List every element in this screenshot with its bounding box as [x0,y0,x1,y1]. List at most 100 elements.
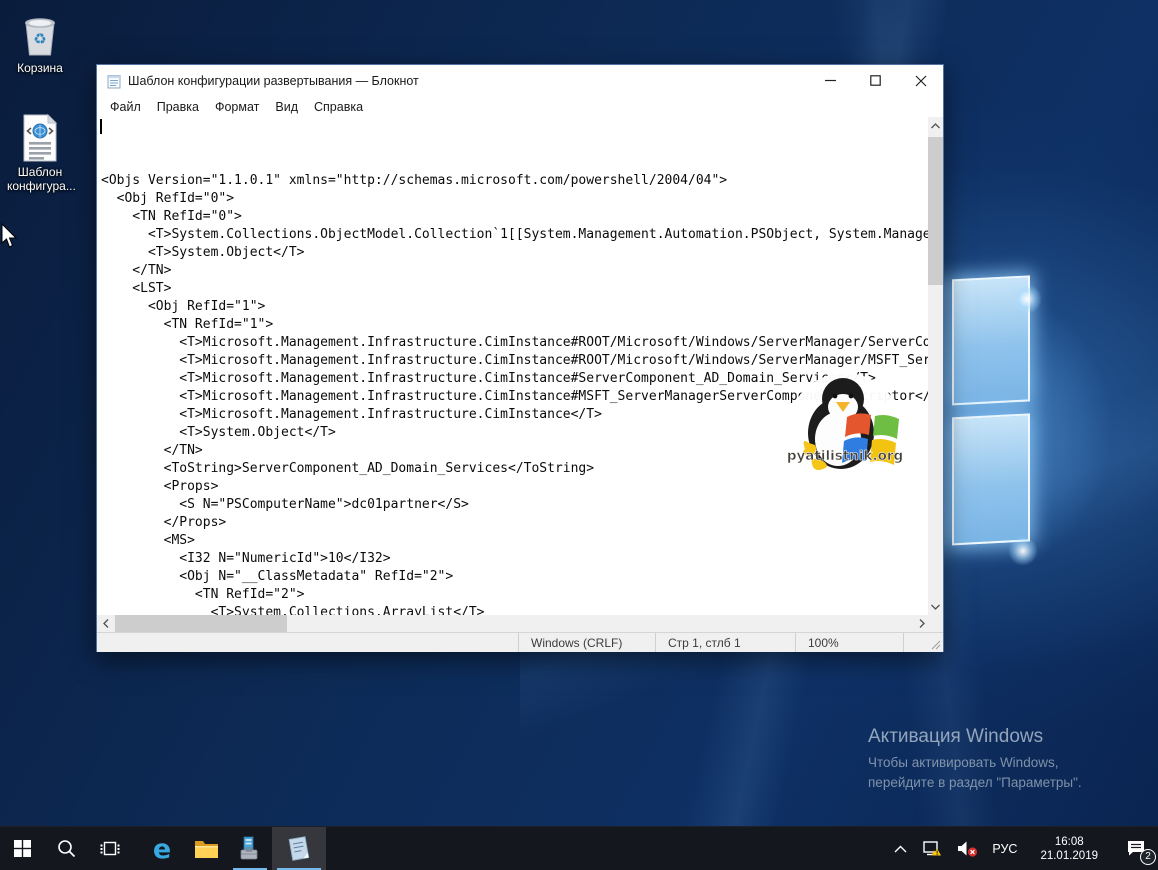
text-caret [100,119,102,134]
resize-grip[interactable] [904,633,943,652]
search-button[interactable] [44,827,88,870]
status-cursor-position: Стр 1, стлб 1 [656,633,796,652]
code-line: <I32 N="NumericId">10</I32> [101,551,391,566]
close-icon [915,75,926,86]
code-line: <TN RefId="0"> [101,209,242,224]
desktop-icon-xml-template-file[interactable]: Шаблон конфигура... [7,114,76,193]
penguin-windows-logo: pyatilistnik.org [787,373,903,481]
tray-volume-muted[interactable] [950,827,985,870]
taskbar-edge-button[interactable]: e [140,827,184,870]
chevron-up-icon [894,845,907,852]
desktop-icon-label: Корзина [17,61,63,75]
start-button[interactable] [0,827,44,870]
system-tray: РУС 16:08 21.01.2019 2 [887,827,1158,870]
desktop-icon-label: Шаблон конфигура... [7,165,76,193]
minimize-icon [825,79,836,82]
chevron-right-icon [919,619,925,628]
status-zoom-level: 100% [796,633,904,652]
vertical-scroll-thumb[interactable] [928,137,943,285]
resize-grip-icon [931,640,941,650]
server-manager-icon [240,836,258,859]
edge-icon: e [153,835,171,863]
desktop-icon-recycle-bin[interactable]: ♻ Корзина [7,10,73,75]
taskbar-file-explorer-button[interactable] [184,827,228,870]
windows-start-icon [13,840,31,857]
svg-text:♻: ♻ [33,31,46,48]
activation-watermark: Активация Windows Чтобы активировать Win… [868,726,1148,793]
chevron-left-icon [102,619,108,628]
maximize-icon [870,75,881,86]
svg-text:pyatilistnik.org: pyatilistnik.org [787,448,903,464]
tray-language-indicator[interactable]: РУС [985,827,1024,870]
scrollbar-corner [928,615,943,632]
clock-date: 21.01.2019 [1040,849,1098,862]
tray-network-status[interactable] [914,827,950,870]
notepad-app-icon [107,74,121,88]
code-line: <TN RefId="2"> [101,587,305,602]
horizontal-scrollbar[interactable] [97,615,930,632]
pyatilistnik-watermark: pyatilistnik.org [787,371,905,483]
network-warning-icon [923,840,942,855]
notepad-window: Шаблон конфигурации развертывания — Блок… [96,64,944,652]
title-bar[interactable]: Шаблон конфигурации развертывания — Блок… [97,65,943,96]
window-title: Шаблон конфигурации развертывания — Блок… [128,73,419,88]
maximize-button[interactable] [853,65,898,96]
recycle-bin-icon: ♻ [25,18,55,56]
action-center-button[interactable]: 2 [1114,827,1158,870]
code-line: <T>System.Collections.ObjectModel.Collec… [147,227,930,242]
scroll-left-button[interactable] [97,615,114,632]
code-line: <T>Microsoft.Management.Infrastructure.C… [101,335,930,350]
task-view-icon [100,841,120,856]
text-editor-area[interactable]: <Objs Version="1.1.0.1" xmlns="http://sc… [97,117,930,615]
code-line: </Props> [101,515,227,530]
task-view-button[interactable] [88,827,132,870]
taskbar: e РУС 16:08 21.01.2019 2 [0,826,1158,870]
tray-clock[interactable]: 16:08 21.01.2019 [1024,827,1114,870]
code-line: <T>Microsoft.Management.Infrastructure.C… [179,353,930,368]
minimize-button[interactable] [808,65,853,96]
notepad-taskbar-icon [288,835,310,861]
file-explorer-icon [194,841,218,858]
scroll-down-button[interactable] [928,598,943,615]
menu-item[interactable]: Правка [149,98,207,116]
vertical-scrollbar[interactable] [928,117,943,615]
horizontal-scroll-thumb[interactable] [115,615,287,632]
scroll-up-button[interactable] [928,117,943,134]
chevron-down-icon [931,604,940,610]
status-line-ending: Windows (CRLF) [519,633,656,652]
svg-text:e: e [153,835,171,863]
menu-item[interactable]: Справка [306,98,371,116]
clock-time: 16:08 [1054,835,1084,848]
notification-badge: 2 [1140,848,1156,865]
language-label: РУС [992,841,1018,856]
code-line: </TN> [101,263,172,278]
activation-line2: перейдите в раздел "Параметры". [868,775,1082,790]
code-line: <Obj RefId="1"> [101,299,266,314]
xml-file-icon [23,114,58,162]
code-line: <TN RefId="1"> [101,317,274,332]
code-line: <T>System.Collections.ArrayList</T> [101,605,485,615]
menu-item[interactable]: Формат [207,98,267,116]
volume-muted-icon [958,841,978,857]
code-line: <LST> [101,281,172,296]
activation-line1: Чтобы активировать Windows, [868,755,1059,770]
chevron-up-icon [931,122,940,128]
document-text: <Objs Version="1.1.0.1" xmlns="http://sc… [101,118,930,615]
code-line: <Obj N="__ClassMetadata" RefId="2"> [101,569,454,584]
menu-item[interactable]: Вид [267,98,306,116]
code-line: <Obj RefId="0"> [101,191,235,206]
menu-bar: Файл Правка Формат Вид Справка [97,96,943,117]
activation-title: Активация Windows [868,726,1044,747]
tray-show-hidden-icons[interactable] [887,827,914,870]
mouse-cursor [1,223,18,248]
close-button[interactable] [898,65,943,96]
taskbar-server-manager-button[interactable] [228,827,272,870]
code-line: <Objs Version="1.1.0.1" xmlns="http://sc… [101,173,728,188]
code-line: <T>System.Object</T> [101,245,305,260]
menu-item[interactable]: Файл [102,98,149,116]
taskbar-notepad-button[interactable] [272,827,326,870]
desktop: ♻ Корзина Шаблон конфигура... Активация … [0,0,1158,870]
status-bar: Windows (CRLF) Стр 1, стлб 1 100% [97,632,943,652]
status-spacer [97,633,519,652]
code-line: <MS> [101,533,195,548]
